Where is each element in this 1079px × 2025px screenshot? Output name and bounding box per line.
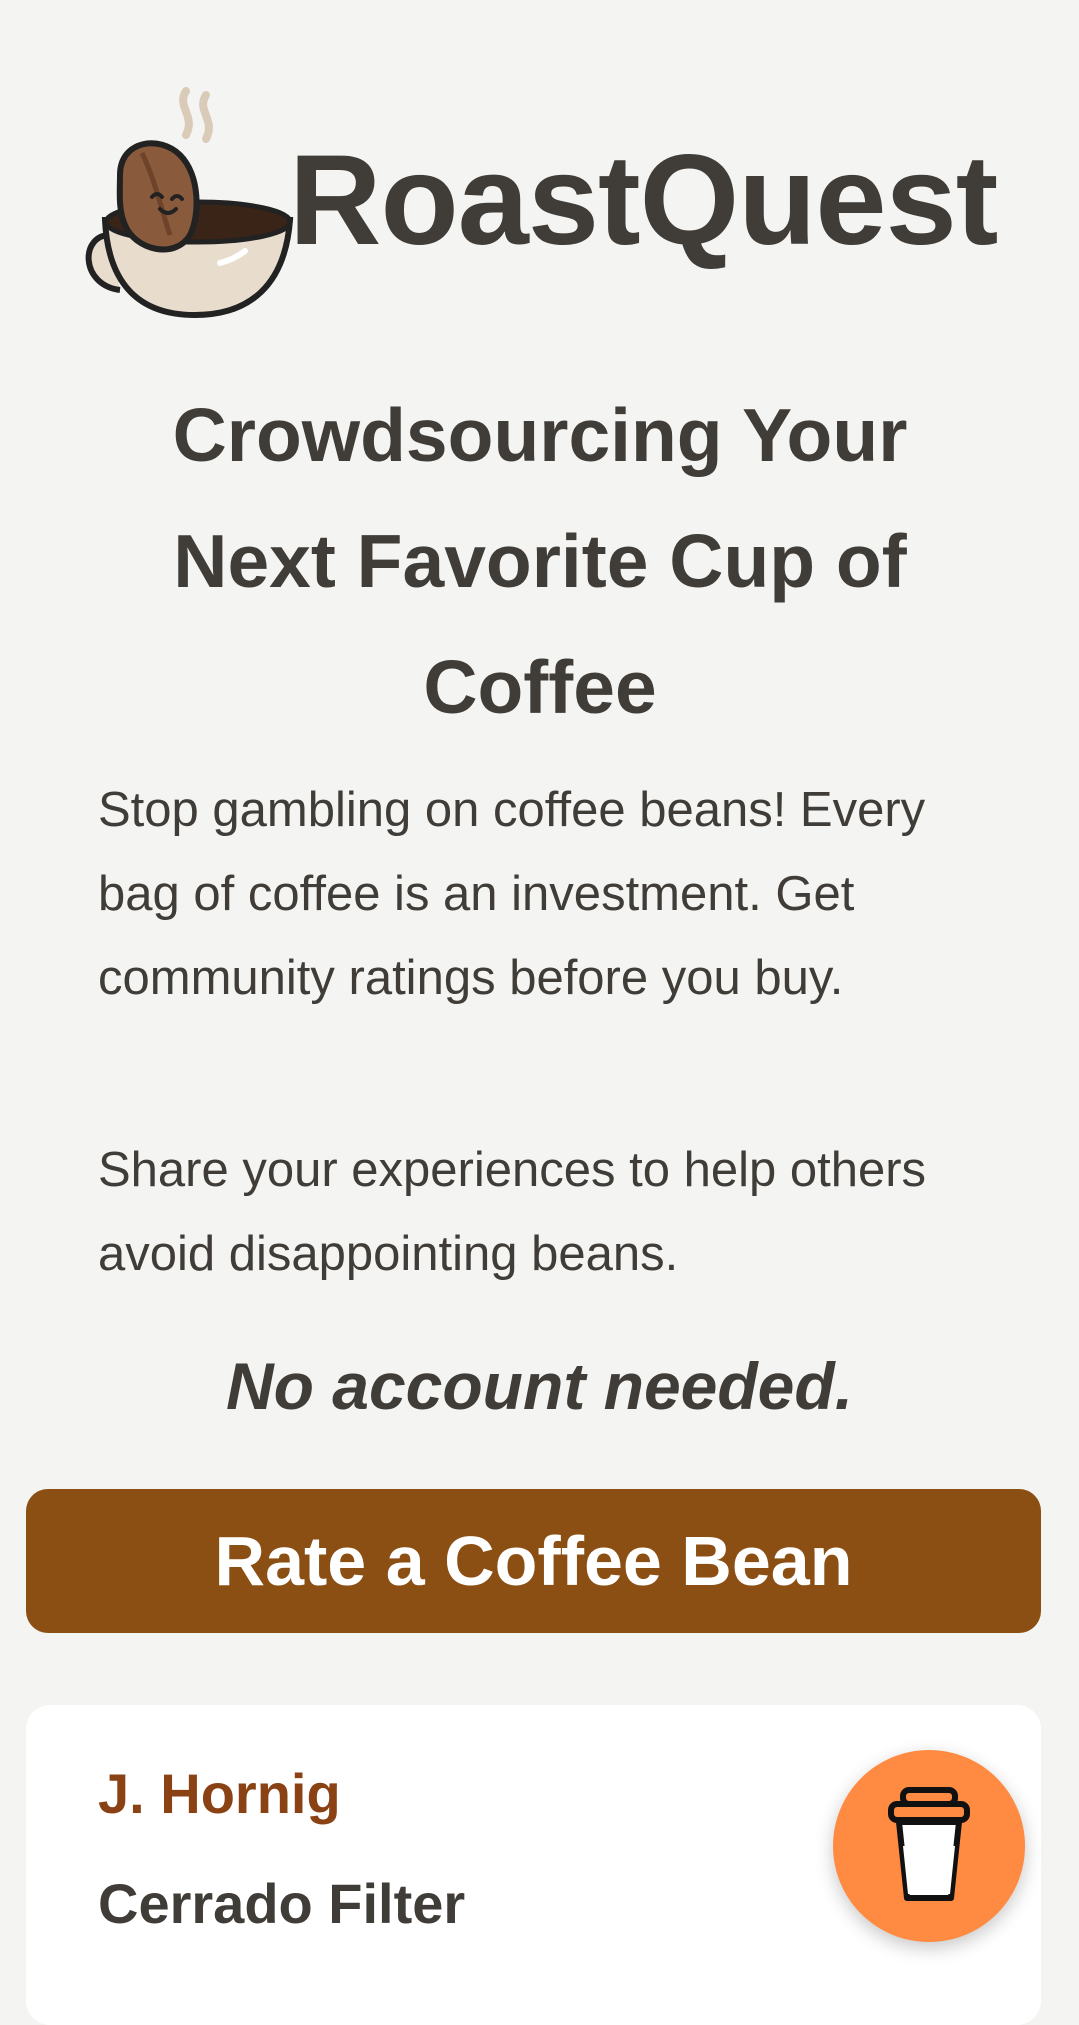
intro-paragraph: Stop gambling on coffee beans! Every bag…: [98, 783, 926, 1005]
rate-coffee-bean-button[interactable]: Rate a Coffee Bean: [26, 1489, 1041, 1633]
coffee-cup-icon: [888, 1787, 970, 1901]
brand-name: RoastQuest: [289, 128, 998, 272]
review-bean-name: Cerrado Filter: [98, 1872, 466, 1935]
coffee-cup-fab-button[interactable]: [833, 1750, 1025, 1942]
share-paragraph: Share your experiences to help others av…: [98, 1143, 927, 1281]
no-account-note: No account needed.: [225, 1349, 854, 1423]
page-headline: Crowdsourcing Your Next Favorite Cup of …: [172, 393, 908, 729]
review-author: J. Hornig: [98, 1762, 341, 1825]
coffee-bean-in-cup-icon: [85, 87, 294, 319]
app-header: RoastQuest: [80, 85, 1000, 325]
